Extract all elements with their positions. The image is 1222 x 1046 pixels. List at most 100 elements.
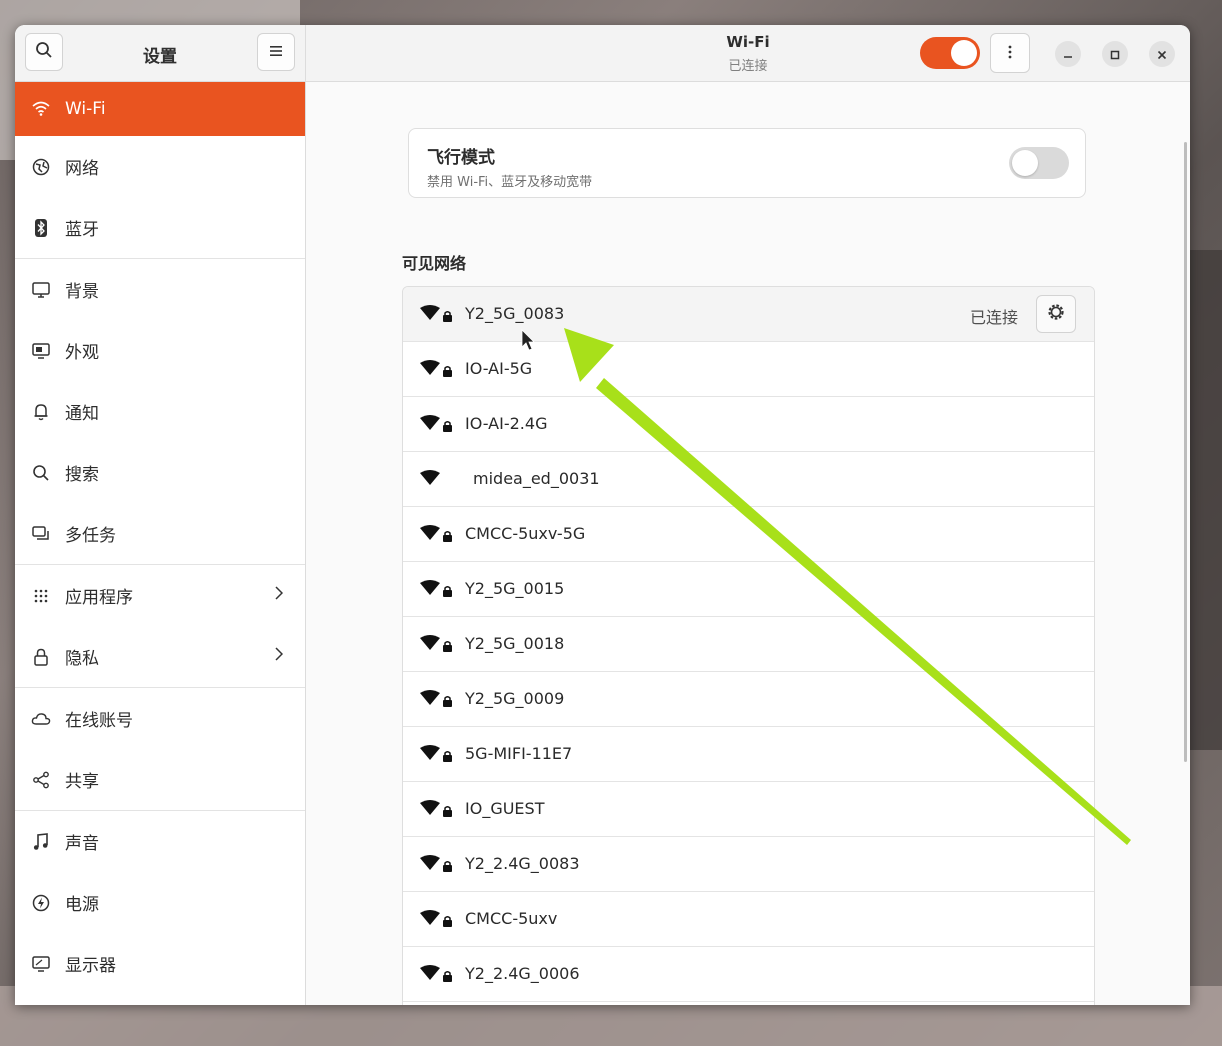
- vertical-dots-icon: [1008, 44, 1012, 63]
- network-row[interactable]: IO-AI-2.4G: [403, 397, 1094, 452]
- power-icon: [31, 893, 51, 913]
- appearance-icon: [31, 341, 51, 361]
- search-icon: [31, 463, 51, 483]
- sidebar-item-label: 背景: [65, 282, 99, 302]
- airplane-mode-toggle[interactable]: [1009, 147, 1069, 179]
- sidebar-item-network[interactable]: 网络: [15, 136, 305, 197]
- sidebar-item-label: 搜索: [65, 465, 99, 485]
- airplane-mode-row: 飞行模式 禁用 Wi-Fi、蓝牙及移动宽带: [408, 128, 1086, 198]
- wifi-signal-lock-icon: [419, 910, 455, 932]
- main-content: 飞行模式 禁用 Wi-Fi、蓝牙及移动宽带 可见网络 Y2_5G_0083 已连接…: [306, 82, 1190, 1005]
- sidebar-item-label: 蓝牙: [65, 220, 99, 240]
- chevron-right-icon: [275, 646, 284, 666]
- network-settings-button[interactable]: [1036, 295, 1076, 333]
- main-menu-button[interactable]: [257, 33, 295, 71]
- sidebar-item-sound[interactable]: 声音: [15, 811, 305, 872]
- sidebar-item-background[interactable]: 背景: [15, 259, 305, 320]
- background-display-icon: [31, 280, 51, 300]
- network-name: Y2_5G_0083: [465, 304, 565, 323]
- network-row[interactable]: Y2_5G_0018: [403, 617, 1094, 672]
- sidebar-item-wifi[interactable]: Wi-Fi: [15, 82, 305, 136]
- wifi-signal-lock-icon: [419, 305, 455, 327]
- sidebar-item-multitasking[interactable]: 多任务: [15, 503, 305, 564]
- sidebar-item-displays[interactable]: 显示器: [15, 933, 305, 994]
- lock-icon: [31, 647, 51, 667]
- network-name: Y2_5G_0015: [465, 579, 565, 598]
- visible-networks-heading: 可见网络: [402, 254, 467, 273]
- network-name: IO-AI-2.4G: [465, 414, 548, 433]
- apps-grid-icon: [31, 586, 51, 606]
- header-bar: Wi-Fi 已连接: [306, 25, 1190, 82]
- sidebar-item-label: 外观: [65, 343, 99, 363]
- sidebar-item-notifications[interactable]: 通知: [15, 381, 305, 442]
- music-note-icon: [31, 832, 51, 852]
- bell-icon: [31, 402, 51, 422]
- network-row[interactable]: Y2_2.4G_0083: [403, 837, 1094, 892]
- network-row[interactable]: Y2_5G_0009: [403, 672, 1094, 727]
- sidebar-item-label: 声音: [65, 834, 99, 854]
- sidebar-item-power[interactable]: 电源: [15, 872, 305, 933]
- network-row[interactable]: IO_GUEST: [403, 782, 1094, 837]
- network-row[interactable]: IO-AI-5G: [403, 342, 1094, 397]
- sidebar-item-label: 共享: [65, 772, 99, 792]
- sidebar-item-sharing[interactable]: 共享: [15, 749, 305, 810]
- sidebar-item-online-accounts[interactable]: 在线账号: [15, 688, 305, 749]
- network-name: Y2_5G_0009: [465, 689, 565, 708]
- network-name: CMCC-5uxv-5G: [465, 524, 586, 543]
- wifi-signal-icon: [419, 470, 443, 492]
- network-row[interactable]: Y2_5G_0083 已连接: [403, 287, 1094, 342]
- sidebar-item-appearance[interactable]: 外观: [15, 320, 305, 381]
- network-row[interactable]: Y2_2.4G_0006: [403, 947, 1094, 1002]
- network-row[interactable]: 5G-MIFI-11E7: [403, 727, 1094, 782]
- sidebar-item-bluetooth[interactable]: 蓝牙: [15, 197, 305, 258]
- cloud-icon: [31, 709, 51, 729]
- network-row[interactable]: CMCC-5uxv: [403, 892, 1094, 947]
- network-name: CMCC-5uxv: [465, 909, 558, 928]
- airplane-mode-subtitle: 禁用 Wi-Fi、蓝牙及移动宽带: [427, 175, 593, 190]
- wifi-signal-lock-icon: [419, 965, 455, 987]
- minimize-icon: [1063, 45, 1073, 64]
- sidebar-item-label: 多任务: [65, 526, 116, 546]
- minimize-button[interactable]: [1055, 41, 1081, 67]
- bluetooth-icon: [31, 218, 51, 238]
- hamburger-icon: [268, 43, 284, 62]
- maximize-button[interactable]: [1102, 41, 1128, 67]
- sidebar-item-label: 应用程序: [65, 588, 133, 608]
- more-options-button[interactable]: [990, 33, 1030, 73]
- toggle-knob: [951, 40, 977, 66]
- network-name: Y2_5G_0018: [465, 634, 565, 653]
- sidebar-item-privacy[interactable]: 隐私: [15, 626, 305, 687]
- sidebar-item-label: 网络: [65, 159, 99, 179]
- network-name: 5G-MIFI-11E7: [465, 744, 573, 763]
- network-list: Y2_5G_0083 已连接 IO-AI-5G IO-AI-2.4G midea_ed_…: [402, 286, 1095, 1005]
- wifi-signal-lock-icon: [419, 635, 455, 657]
- chevron-right-icon: [275, 585, 284, 605]
- network-name: IO-AI-5G: [465, 359, 533, 378]
- wifi-signal-lock-icon: [419, 525, 455, 547]
- sidebar-item-label: 通知: [65, 404, 99, 424]
- network-row[interactable]: CMCC-5uxv-5G: [403, 507, 1094, 562]
- share-icon: [31, 770, 51, 790]
- sidebar-item-label: Wi-Fi: [65, 99, 106, 119]
- scrollbar[interactable]: [1184, 142, 1187, 762]
- network-row[interactable]: midea_ed_0031: [403, 452, 1094, 507]
- settings-window: 设置 Wi-Fi 网络 蓝牙 背景 外观 通知 搜索 多任务 应用程序 隐私 在…: [15, 25, 1190, 1005]
- wifi-toggle[interactable]: [920, 37, 980, 69]
- network-name: Y2_2.4G_0083: [465, 854, 580, 873]
- wifi-signal-lock-icon: [419, 360, 455, 382]
- network-row[interactable]: Y2_5G_0015: [403, 562, 1094, 617]
- sidebar-item-search[interactable]: 搜索: [15, 442, 305, 503]
- airplane-mode-title: 飞行模式: [427, 148, 495, 168]
- sidebar-item-apps[interactable]: 应用程序: [15, 565, 305, 626]
- network-name: IO_GUEST: [465, 799, 545, 818]
- sidebar-header: 设置: [15, 25, 305, 82]
- wifi-signal-lock-icon: [419, 580, 455, 602]
- maximize-icon: [1110, 45, 1120, 64]
- toggle-knob: [1012, 150, 1038, 176]
- network-globe-icon: [31, 157, 51, 177]
- close-button[interactable]: [1149, 41, 1175, 67]
- sidebar-item-label: 隐私: [65, 649, 99, 669]
- sidebar-item-label: 显示器: [65, 956, 116, 976]
- wifi-icon: [31, 99, 51, 119]
- multitask-icon: [31, 524, 51, 544]
